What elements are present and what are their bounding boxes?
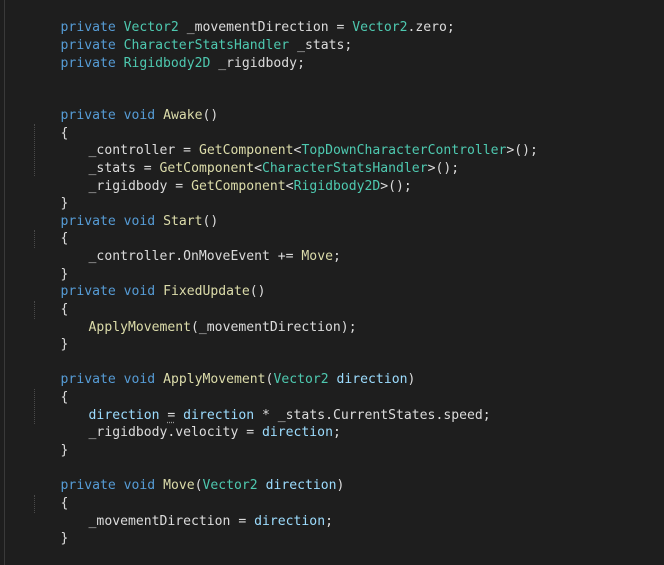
- code-line-apply-movement-call[interactable]: ApplyMovement(_movementDirection);: [57, 301, 357, 335]
- keyword-token: void: [123, 477, 156, 493]
- code-line-field-rigidbody[interactable]: private Rigidbody2D _rigidbody;: [29, 37, 305, 71]
- code-line-brace[interactable]: }: [29, 424, 69, 458]
- punctuation-token: ;: [332, 248, 341, 264]
- parameter-token: direction: [254, 513, 326, 529]
- keyword-token: void: [123, 371, 156, 387]
- punctuation-token: <: [285, 178, 294, 194]
- punctuation-token: ): [407, 371, 416, 387]
- punctuation-token: >();: [380, 178, 412, 194]
- method-token: GetComponent: [191, 178, 286, 194]
- keyword-token: private: [60, 107, 116, 123]
- keyword-token: private: [60, 213, 116, 229]
- operator-token: =: [238, 513, 247, 529]
- operator-token: =: [175, 178, 184, 194]
- code-line-field-movement-direction[interactable]: private Vector2 _movementDirection = Vec…: [29, 1, 455, 35]
- code-line-start-signature[interactable]: private void Start(): [29, 195, 219, 229]
- punctuation-token: (: [194, 477, 203, 493]
- code-line-brace[interactable]: {: [29, 212, 69, 246]
- identifier-token: _rigidbody.velocity: [88, 424, 239, 440]
- brace-token: }: [60, 336, 69, 352]
- method-token: Awake: [163, 107, 203, 123]
- code-line-brace[interactable]: {: [29, 371, 69, 405]
- code-line-get-stats[interactable]: _stats = GetComponent<CharacterStatsHand…: [57, 142, 460, 176]
- code-line-brace[interactable]: }: [29, 248, 69, 282]
- code-line-set-velocity[interactable]: _rigidbody.velocity = direction;: [57, 406, 341, 440]
- identifier-token: _controller.OnMoveEvent: [88, 248, 270, 264]
- brace-token: }: [60, 442, 69, 458]
- punctuation-token: ;: [325, 513, 333, 529]
- identifier-token: _rigidbody;: [218, 55, 305, 71]
- code-line-scale-direction[interactable]: direction = direction * _stats.CurrentSt…: [57, 389, 491, 423]
- method-token: ApplyMovement: [88, 319, 192, 335]
- method-token: Move: [301, 248, 333, 264]
- identifier-token: _movementDirection: [88, 513, 231, 529]
- punctuation-token: (): [202, 107, 219, 123]
- method-token: Start: [163, 213, 203, 229]
- code-line-assign-movement-direction[interactable]: _movementDirection = direction;: [57, 495, 333, 529]
- parameter-token: direction: [265, 477, 337, 493]
- code-line-field-stats[interactable]: private CharacterStatsHandler _stats;: [29, 19, 353, 53]
- code-line-brace[interactable]: }: [29, 512, 69, 546]
- code-line-move-signature[interactable]: private void Move(Vector2 direction): [29, 459, 345, 493]
- code-line-get-controller[interactable]: _controller = GetComponent<TopDownCharac…: [57, 124, 538, 158]
- keyword-token: private: [60, 283, 116, 299]
- keyword-token: void: [123, 107, 156, 123]
- identifier-token: _rigidbody: [88, 178, 168, 194]
- punctuation-token: ): [336, 477, 345, 493]
- code-line-fixedupdate-signature[interactable]: private void FixedUpdate(): [29, 265, 266, 299]
- code-line-subscribe-move[interactable]: _controller.OnMoveEvent += Move;: [57, 230, 341, 264]
- punctuation-token: >();: [506, 142, 538, 158]
- method-token: ApplyMovement: [163, 371, 266, 387]
- keyword-token: private: [60, 477, 116, 493]
- method-token: Move: [163, 477, 195, 493]
- code-line-brace[interactable]: }: [29, 177, 69, 211]
- code-line-brace[interactable]: {: [29, 283, 69, 317]
- code-line-awake-signature[interactable]: private void Awake(): [29, 89, 219, 123]
- code-line-apply-movement-signature[interactable]: private void ApplyMovement(Vector2 direc…: [29, 353, 416, 387]
- keyword-token: private: [60, 371, 116, 387]
- punctuation-token: ;: [332, 424, 341, 440]
- operator-token: +=: [277, 248, 294, 264]
- punctuation-token: (): [202, 213, 219, 229]
- keyword-token: private: [60, 55, 116, 71]
- punctuation-token: (): [249, 283, 266, 299]
- type-token: Rigidbody2D: [123, 55, 211, 71]
- identifier-token: .zero;: [407, 19, 455, 35]
- method-token: FixedUpdate: [163, 283, 250, 299]
- type-token: Vector2: [202, 477, 258, 493]
- parameter-token: direction: [262, 424, 333, 440]
- code-line-brace[interactable]: {: [29, 107, 69, 141]
- identifier-token: (_movementDirection);: [191, 319, 357, 335]
- type-token: Vector2: [273, 371, 329, 387]
- code-line-brace[interactable]: {: [29, 477, 69, 511]
- keyword-token: void: [123, 213, 156, 229]
- code-line-get-rigidbody[interactable]: _rigidbody = GetComponent<Rigidbody2D>()…: [57, 160, 412, 194]
- type-token: Rigidbody2D: [293, 178, 381, 194]
- punctuation-token: >();: [427, 160, 460, 176]
- keyword-token: void: [123, 283, 156, 299]
- operator-token: =: [246, 424, 255, 440]
- type-token: Vector2: [352, 19, 408, 35]
- identifier-token: _stats;: [297, 37, 353, 53]
- parameter-token: direction: [336, 371, 408, 387]
- brace-token: }: [60, 530, 69, 546]
- code-editor[interactable]: private Vector2 _movementDirection = Vec…: [0, 0, 664, 565]
- editor-left-margin: [4, 0, 5, 565]
- code-line-brace[interactable]: }: [29, 318, 69, 352]
